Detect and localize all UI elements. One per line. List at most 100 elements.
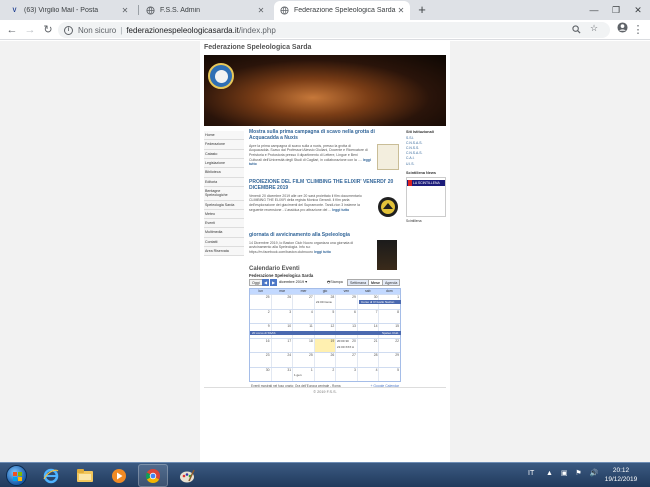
institutional-link[interactable]: U.I.S. (406, 162, 446, 167)
calendar-day[interactable]: 25 (250, 295, 271, 309)
flame-icon (408, 179, 412, 186)
nav-item-legislazione[interactable]: Legislazione (204, 158, 244, 169)
menu-kebab-icon[interactable]: ⋮ (630, 22, 646, 38)
calendar-day[interactable]: 27 (292, 295, 314, 309)
calendar-day[interactable]: 28 (356, 353, 379, 367)
clock-time: 20:12 (612, 467, 630, 474)
scintillena-news-widget[interactable]: LA SCINTILLENA (406, 176, 446, 217)
chrome-icon[interactable] (138, 464, 168, 487)
week-view-button[interactable]: Settimana (347, 279, 370, 286)
month-selector[interactable]: dicembre 2019 ▾ (279, 279, 307, 286)
calendar-day[interactable]: 25 (292, 353, 314, 367)
zoom-search-icon[interactable] (572, 25, 581, 36)
calendar-event[interactable]: 20:00 30 (337, 339, 349, 343)
calendar-day[interactable]: 21 (356, 338, 379, 352)
calendar-day[interactable]: 29 (378, 353, 400, 367)
info-icon[interactable]: i (64, 25, 73, 35)
file-explorer-icon[interactable] (70, 464, 100, 487)
tab-virgilio-mail[interactable]: V (63) Virgilio Mail - Posta ✕ (4, 1, 134, 20)
calendar-day[interactable]: 3 (335, 367, 357, 381)
close-window-button[interactable]: ✕ (628, 0, 648, 20)
minimize-button[interactable]: — (584, 0, 604, 20)
nav-item-multimedia[interactable]: Multimedia (204, 228, 244, 238)
day-number: 24 (287, 353, 292, 357)
calendar-day[interactable]: 4 (292, 309, 314, 323)
calendar-day[interactable]: 18 (292, 338, 314, 352)
read-more-link[interactable]: leggi tutto (332, 208, 349, 212)
account-avatar-icon[interactable] (614, 22, 630, 38)
nav-item-federazione[interactable]: Federazione (204, 140, 244, 150)
article-title[interactable]: PROIEZIONE DEL FILM 'CLIMBING THE ELIXIR… (249, 179, 401, 192)
nav-item-eventi[interactable]: Eventi (204, 219, 244, 229)
bookmark-star-icon[interactable]: ☆ (590, 23, 598, 34)
read-more-link[interactable]: leggi tutto (314, 250, 331, 254)
start-button[interactable] (6, 465, 27, 486)
calendar-day[interactable]: 19 (313, 338, 336, 352)
nav-item-bentagne[interactable]: Bentagne Speleologiche (204, 186, 244, 201)
climbing-elixir-logo[interactable] (377, 194, 399, 220)
nav-item-home[interactable]: Home (204, 131, 244, 141)
calendar-day[interactable]: 4 (356, 367, 379, 381)
nav-item-biblioteca[interactable]: Biblioteca (204, 168, 244, 178)
system-clock[interactable]: 20:12 19/12/2019 (598, 466, 644, 484)
new-tab-button[interactable]: + (414, 2, 430, 18)
calendar-day[interactable]: 29 (335, 295, 357, 309)
calendar-day[interactable]: 27 (335, 353, 357, 367)
calendar-day[interactable]: 30 (250, 368, 271, 382)
close-icon[interactable]: ✕ (120, 6, 130, 15)
close-icon[interactable]: ✕ (256, 6, 266, 15)
calendar-event[interactable]: 1 gen (294, 373, 302, 377)
internet-explorer-icon[interactable] (36, 464, 66, 487)
paint-icon[interactable] (172, 464, 202, 487)
media-player-icon[interactable] (104, 464, 134, 487)
calendar-day[interactable]: 8 (378, 309, 400, 323)
forward-arrow-icon[interactable]: → (22, 22, 38, 38)
calendar-event[interactable]: Speleo Club (380, 331, 401, 335)
tab-fss-admin[interactable]: F.S.S. Admin ✕ (140, 1, 270, 20)
calendar-event[interactable]: 21:00 Cena (316, 300, 332, 304)
calendar-day[interactable]: 31 (270, 367, 293, 381)
article-title[interactable]: giornata di avvicinamento alla Speleolog… (249, 232, 401, 239)
calendar-day[interactable]: 22 (378, 338, 400, 352)
poster-thumbnail[interactable] (377, 144, 399, 170)
nav-item-editoria[interactable]: Editoria (204, 177, 244, 187)
calendar-week: 25 26 27 28 29 30 1 21:00 Cena Corso di IV livel… (250, 294, 401, 309)
agenda-view-button[interactable]: Agenda (382, 279, 401, 286)
calendar-day[interactable]: 5 (378, 367, 400, 381)
back-arrow-icon[interactable]: ← (4, 22, 20, 38)
calendar-event[interactable]: 20 corso di SSAS (250, 331, 380, 335)
print-button[interactable]: 🖶Stampa (327, 279, 343, 286)
calendar-day[interactable]: 16 (250, 339, 271, 353)
calendar-event[interactable]: 21:00 XXX A (337, 345, 354, 349)
nav-item-contatti[interactable]: Contatti (204, 237, 244, 248)
calendar-day[interactable]: 17 (270, 338, 293, 352)
today-button[interactable]: Oggi (249, 279, 263, 286)
nav-item-meteo[interactable]: Meteo (204, 209, 244, 220)
maximize-button[interactable]: ❐ (606, 0, 626, 20)
nav-item-catasto[interactable]: Catasto (204, 149, 244, 159)
nav-item-area-riservata[interactable]: Area Riservata (204, 247, 244, 257)
calendar-day[interactable]: 6 (335, 309, 357, 323)
close-icon[interactable]: ✕ (396, 6, 406, 15)
calendar-day[interactable]: 3 (270, 309, 293, 323)
calendar-day[interactable]: 24 (270, 353, 293, 367)
calendar-day[interactable]: 2 (250, 310, 271, 324)
globe-icon (146, 6, 155, 15)
address-bar[interactable]: i Non sicuro | federazionespeleologicasa… (58, 22, 610, 38)
next-month-button[interactable]: ▶ (270, 279, 277, 286)
prev-month-button[interactable]: ◀ (262, 279, 269, 286)
calendar-day[interactable]: 26 (313, 353, 336, 367)
article-title[interactable]: Mostra sulla prima campagna di scavo nel… (249, 129, 401, 142)
tab-federazione-speleologica[interactable]: Federazione Speleologica Sarda ✕ (274, 1, 410, 20)
calendar-day[interactable]: 2 (313, 367, 336, 381)
calendar-day[interactable]: 26 (270, 295, 293, 309)
calendar-day[interactable]: 5 (313, 309, 336, 323)
calendar-day[interactable]: 7 (356, 309, 379, 323)
system-tray-icons[interactable]: ▲ ▣ ⚑ 🔊 (546, 469, 601, 477)
reload-icon[interactable]: ↻ (40, 22, 56, 38)
month-view-button[interactable]: Mese (368, 279, 383, 286)
nav-item-speleologia-sarda[interactable]: Speleologia Sarda (204, 200, 244, 210)
calendar-event[interactable]: Corso di IV livello Nazion (359, 300, 401, 304)
calendar-day[interactable]: 23 (250, 353, 271, 367)
input-language[interactable]: IT (528, 470, 534, 477)
